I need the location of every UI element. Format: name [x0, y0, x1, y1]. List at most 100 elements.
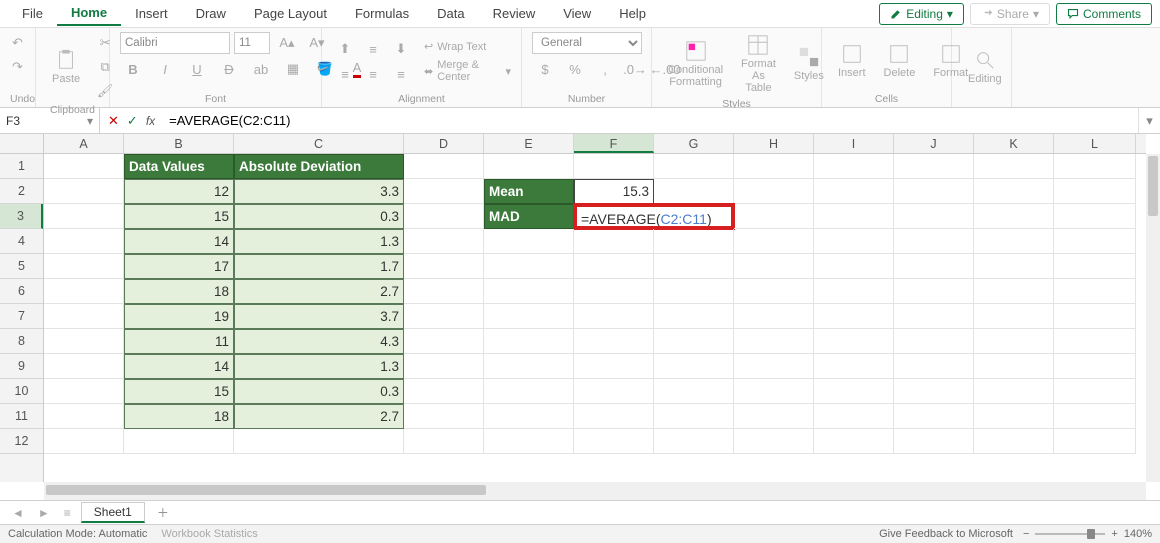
tab-page-layout[interactable]: Page Layout [240, 2, 341, 25]
cell-E11[interactable] [484, 404, 574, 429]
cell-A5[interactable] [44, 254, 124, 279]
column-header-A[interactable]: A [44, 134, 124, 153]
cell-G6[interactable] [654, 279, 734, 304]
column-header-J[interactable]: J [894, 134, 974, 153]
tab-file[interactable]: File [8, 2, 57, 25]
cell-H7[interactable] [734, 304, 814, 329]
cancel-formula-icon[interactable]: ✕ [108, 113, 119, 129]
cell-B2[interactable]: 12 [124, 179, 234, 204]
expand-formula-bar-icon[interactable]: ▾ [1138, 108, 1160, 133]
cell-F1[interactable] [574, 154, 654, 179]
cell-G7[interactable] [654, 304, 734, 329]
cell-H5[interactable] [734, 254, 814, 279]
percent-icon[interactable]: % [562, 58, 588, 80]
cell-I6[interactable] [814, 279, 894, 304]
sheet-nav-next-icon[interactable]: ► [34, 506, 54, 520]
cell-F12[interactable] [574, 429, 654, 454]
zoom-level[interactable]: 140% [1124, 528, 1152, 540]
cell-G11[interactable] [654, 404, 734, 429]
decrease-decimal-icon[interactable]: .0→ [622, 58, 648, 80]
delete-cells-button[interactable]: Delete [878, 41, 922, 81]
cell-I3[interactable] [814, 204, 894, 229]
cell-A2[interactable] [44, 179, 124, 204]
cell-J6[interactable] [894, 279, 974, 304]
column-header-B[interactable]: B [124, 134, 234, 153]
cell-H8[interactable] [734, 329, 814, 354]
cell-I5[interactable] [814, 254, 894, 279]
cell-E2[interactable]: Mean [484, 179, 574, 204]
cell-B4[interactable]: 14 [124, 229, 234, 254]
sheet-tab[interactable]: Sheet1 [81, 502, 145, 523]
cell-J4[interactable] [894, 229, 974, 254]
cell-H9[interactable] [734, 354, 814, 379]
cell-D8[interactable] [404, 329, 484, 354]
cell-G12[interactable] [654, 429, 734, 454]
cell-H12[interactable] [734, 429, 814, 454]
tab-draw[interactable]: Draw [182, 2, 240, 25]
zoom-in-icon[interactable]: + [1111, 528, 1117, 540]
cell-E4[interactable] [484, 229, 574, 254]
align-left-icon[interactable]: ≡ [332, 63, 358, 85]
cell-I1[interactable] [814, 154, 894, 179]
scrollbar-thumb[interactable] [1148, 156, 1158, 216]
cell-B6[interactable]: 18 [124, 279, 234, 304]
cell-D5[interactable] [404, 254, 484, 279]
cell-I10[interactable] [814, 379, 894, 404]
tab-insert[interactable]: Insert [121, 2, 182, 25]
cell-C8[interactable]: 4.3 [234, 329, 404, 354]
cell-K12[interactable] [974, 429, 1054, 454]
bold-icon[interactable]: B [120, 58, 146, 80]
tab-review[interactable]: Review [479, 2, 550, 25]
cell-I8[interactable] [814, 329, 894, 354]
cell-J3[interactable] [894, 204, 974, 229]
cell-area[interactable]: Data ValuesAbsolute Deviation123.3Mean15… [44, 154, 1146, 482]
font-size-combo[interactable] [234, 32, 270, 54]
row-header-2[interactable]: 2 [0, 179, 43, 204]
cell-I11[interactable] [814, 404, 894, 429]
cell-K10[interactable] [974, 379, 1054, 404]
cell-B3[interactable]: 15 [124, 204, 234, 229]
column-header-G[interactable]: G [654, 134, 734, 153]
cell-F11[interactable] [574, 404, 654, 429]
undo-icon[interactable]: ↶ [5, 32, 31, 54]
cell-A1[interactable] [44, 154, 124, 179]
cell-I9[interactable] [814, 354, 894, 379]
cell-E8[interactable] [484, 329, 574, 354]
cell-J9[interactable] [894, 354, 974, 379]
cell-H10[interactable] [734, 379, 814, 404]
cell-E12[interactable] [484, 429, 574, 454]
cell-A4[interactable] [44, 229, 124, 254]
cell-F9[interactable] [574, 354, 654, 379]
formula-input[interactable] [163, 108, 1138, 133]
tab-home[interactable]: Home [57, 1, 121, 26]
cell-D12[interactable] [404, 429, 484, 454]
editing-group-button[interactable]: Editing [962, 47, 1008, 87]
cell-E10[interactable] [484, 379, 574, 404]
font-name-combo[interactable] [120, 32, 230, 54]
column-header-I[interactable]: I [814, 134, 894, 153]
cell-L11[interactable] [1054, 404, 1136, 429]
cell-L1[interactable] [1054, 154, 1136, 179]
cell-K4[interactable] [974, 229, 1054, 254]
cell-I12[interactable] [814, 429, 894, 454]
cell-E3[interactable]: MAD [484, 204, 574, 229]
cell-C12[interactable] [234, 429, 404, 454]
conditional-formatting-button[interactable]: Conditional Formatting [662, 38, 729, 90]
column-header-L[interactable]: L [1054, 134, 1136, 153]
cell-F4[interactable] [574, 229, 654, 254]
sheet-list-icon[interactable]: ≡ [60, 506, 75, 520]
cell-L6[interactable] [1054, 279, 1136, 304]
workbook-stats-label[interactable]: Workbook Statistics [161, 528, 257, 540]
column-header-K[interactable]: K [974, 134, 1054, 153]
increase-font-icon[interactable]: A▴ [274, 32, 300, 54]
wrap-text-button[interactable]: ↩Wrap Text [424, 40, 486, 53]
cell-H3[interactable] [734, 204, 814, 229]
cell-D6[interactable] [404, 279, 484, 304]
cell-D10[interactable] [404, 379, 484, 404]
number-format-select[interactable]: General [532, 32, 642, 54]
cell-B11[interactable]: 18 [124, 404, 234, 429]
comments-button[interactable]: Comments [1056, 3, 1152, 25]
add-sheet-icon[interactable]: ＋ [151, 504, 175, 521]
row-header-6[interactable]: 6 [0, 279, 43, 304]
cell-K9[interactable] [974, 354, 1054, 379]
